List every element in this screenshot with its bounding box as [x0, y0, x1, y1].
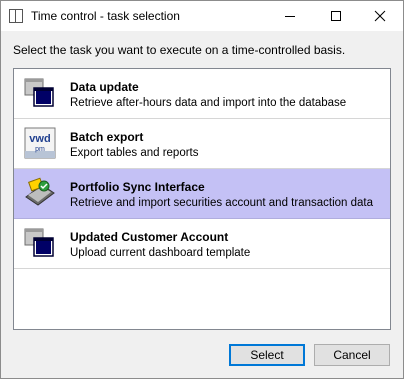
window-stack-icon — [24, 78, 54, 107]
title-bar: Time control - task selection — [1, 1, 403, 31]
task-item-updated-customer-account[interactable]: Updated Customer Account Upload current … — [14, 219, 390, 269]
task-title: Batch export — [70, 130, 144, 144]
window-icon — [9, 9, 23, 23]
task-description: Upload current dashboard template — [70, 247, 251, 259]
task-title: Data update — [70, 80, 139, 94]
task-list: Data update Retrieve after-hours data an… — [13, 68, 391, 330]
window-title: Time control - task selection — [31, 9, 180, 23]
task-title: Portfolio Sync Interface — [70, 180, 205, 194]
sync-interface-icon — [25, 177, 55, 206]
task-item-batch-export[interactable]: vwd pm Batch export Export tables and re… — [14, 119, 390, 169]
select-button[interactable]: Select — [229, 344, 305, 366]
window-stack-icon — [24, 228, 54, 257]
minimize-button[interactable] — [267, 1, 313, 31]
close-icon — [374, 10, 386, 22]
close-button[interactable] — [357, 1, 403, 31]
task-selection-dialog: Time control - task selection Select the… — [0, 0, 404, 379]
task-item-data-update[interactable]: Data update Retrieve after-hours data an… — [14, 69, 390, 119]
task-description: Retrieve after-hours data and import int… — [70, 97, 347, 109]
task-description: Export tables and reports — [70, 147, 199, 159]
task-description: Retrieve and import securities account a… — [70, 197, 373, 209]
task-title: Updated Customer Account — [70, 230, 229, 244]
instruction-text: Select the task you want to execute on a… — [13, 43, 346, 57]
vwd-label: vwd — [29, 133, 50, 145]
task-item-portfolio-sync[interactable]: Portfolio Sync Interface Retrieve and im… — [14, 169, 390, 219]
pm-label: pm — [35, 146, 45, 153]
cancel-button[interactable]: Cancel — [314, 344, 390, 366]
maximize-button[interactable] — [313, 1, 359, 31]
vwd-pm-icon: vwd pm — [24, 127, 56, 159]
